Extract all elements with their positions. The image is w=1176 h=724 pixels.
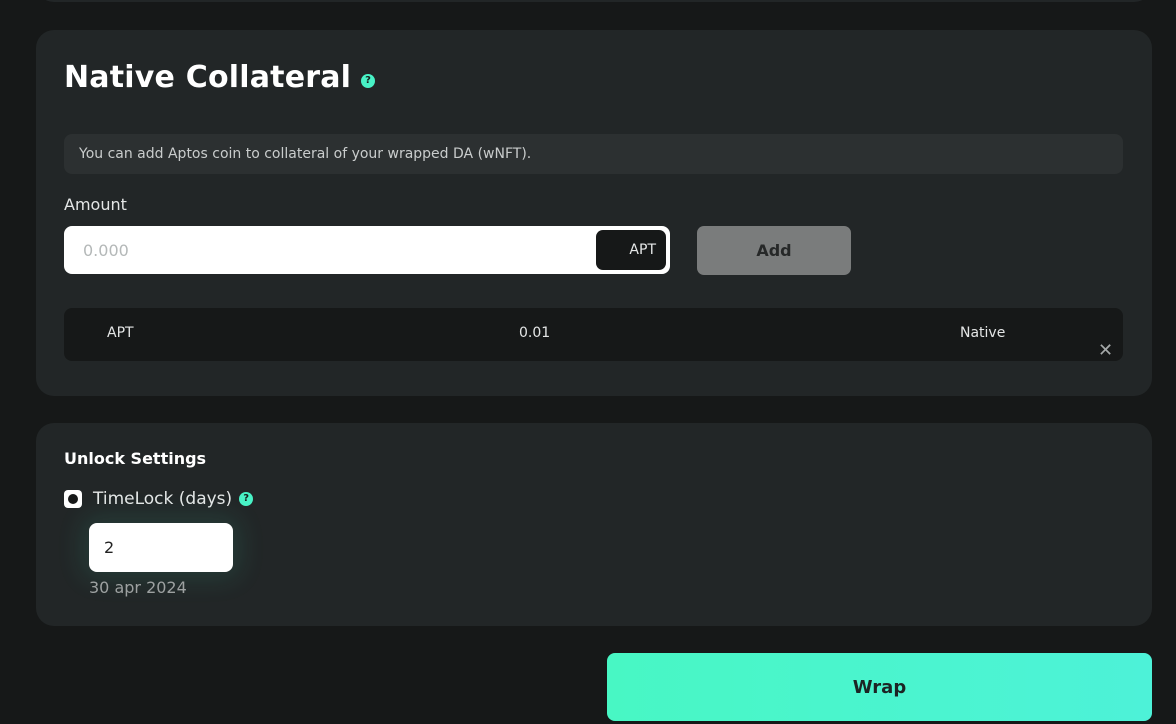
collateral-amount: 0.01 [519,325,551,341]
remove-collateral-button[interactable]: ✕ [1088,323,1113,361]
info-text: You can add Aptos coin to collateral of … [79,146,532,162]
native-collateral-title: Native Collateral ? [64,60,376,95]
add-button[interactable]: Add [697,226,851,275]
amount-input[interactable] [64,226,594,274]
timelock-label: TimeLock (days) ? [93,489,254,509]
help-icon[interactable]: ? [361,73,376,88]
wrap-button[interactable]: Wrap [607,653,1152,721]
timelock-label-text: TimeLock (days) [93,489,233,509]
collateral-type: Native [960,325,1006,341]
collateral-row: APT 0.01 Native ✕ [64,308,1123,361]
token-select[interactable]: APT [596,230,666,270]
native-collateral-card: Native Collateral ? You can add Aptos co… [36,30,1152,396]
amount-label: Amount [64,195,127,214]
previous-card-edge [36,0,1152,2]
info-box: You can add Aptos coin to collateral of … [64,134,1123,174]
unlock-settings-card: Unlock Settings TimeLock (days) ? 30 apr… [36,423,1152,626]
collateral-token: APT [107,325,134,341]
close-icon: ✕ [1098,340,1114,361]
unlock-date: 30 apr 2024 [89,578,187,597]
token-select-label: APT [629,242,656,258]
native-collateral-title-text: Native Collateral [64,60,352,95]
timelock-checkbox[interactable] [64,490,82,508]
unlock-settings-title: Unlock Settings [64,449,207,468]
timelock-days-input[interactable] [89,523,233,572]
amount-field: APT [64,226,670,274]
help-icon[interactable]: ? [239,492,254,506]
